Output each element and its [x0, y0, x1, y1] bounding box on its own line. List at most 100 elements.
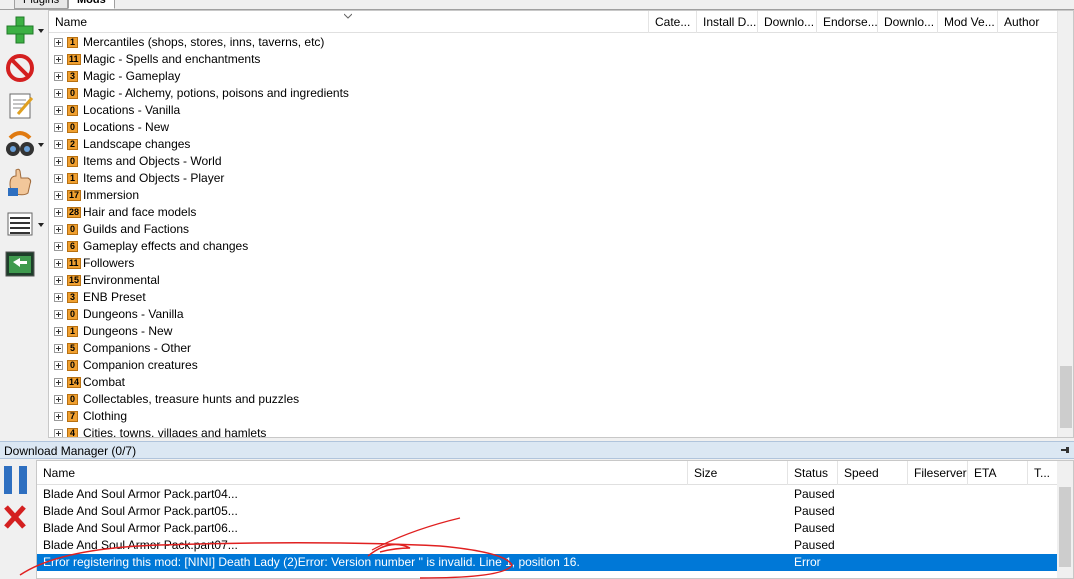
download-name: Error registering this mod: [NINI] Death…: [43, 555, 580, 569]
pause-icon[interactable]: [2, 464, 30, 496]
expand-plus-icon[interactable]: [54, 157, 63, 166]
mod-list-scroll-thumb[interactable]: [1060, 366, 1072, 428]
nexus-search-icon[interactable]: [4, 128, 40, 160]
expand-plus-icon[interactable]: [54, 276, 63, 285]
download-row[interactable]: Blade And Soul Armor Pack.part06... Pause…: [37, 520, 1057, 537]
expand-plus-icon[interactable]: [54, 310, 63, 319]
category-label: Locations - New: [83, 120, 170, 134]
column-mod-version[interactable]: Mod Ve...: [938, 11, 998, 33]
column-type[interactable]: T...: [1028, 461, 1057, 485]
category-label: ENB Preset: [83, 290, 146, 304]
edit-notes-icon[interactable]: [4, 90, 40, 122]
refresh-screen-icon[interactable]: [4, 248, 40, 280]
category-row[interactable]: 2 Landscape changes: [49, 136, 1059, 153]
expand-plus-icon[interactable]: [54, 378, 63, 387]
mod-count-badge: 0: [67, 309, 78, 320]
category-row[interactable]: 0 Companion creatures: [49, 357, 1059, 374]
expand-plus-icon[interactable]: [54, 72, 63, 81]
category-row[interactable]: 0 Items and Objects - World: [49, 153, 1059, 170]
column-download-count[interactable]: Downlo...: [758, 11, 817, 33]
category-row[interactable]: 7 Clothing: [49, 408, 1059, 425]
category-rows: 1 Mercantiles (shops, stores, inns, taver…: [49, 34, 1059, 437]
column-size[interactable]: Size: [688, 461, 788, 485]
expand-plus-icon[interactable]: [54, 174, 63, 183]
mod-count-badge: 3: [67, 71, 78, 82]
category-row[interactable]: 0 Locations - Vanilla: [49, 102, 1059, 119]
category-row[interactable]: 0 Magic - Alchemy, potions, poisons and i…: [49, 85, 1059, 102]
mod-toolbar: [0, 10, 48, 440]
expand-plus-icon[interactable]: [54, 429, 63, 437]
add-mod-icon[interactable]: [4, 14, 40, 46]
category-label: Dungeons - New: [83, 324, 173, 338]
column-fileserver[interactable]: Fileserver: [908, 461, 968, 485]
category-row[interactable]: 4 Cities, towns, villages and hamlets: [49, 425, 1059, 437]
category-row[interactable]: 1 Dungeons - New: [49, 323, 1059, 340]
expand-plus-icon[interactable]: [54, 38, 63, 47]
list-options-dropdown-icon[interactable]: [38, 223, 44, 227]
mod-count-badge: 11: [67, 258, 81, 269]
expand-plus-icon[interactable]: [54, 395, 63, 404]
mod-list-scrollbar[interactable]: [1057, 11, 1073, 437]
category-row[interactable]: 14 Combat: [49, 374, 1059, 391]
column-author[interactable]: Author: [998, 11, 1059, 33]
column-install-date[interactable]: Install D...: [697, 11, 758, 33]
expand-plus-icon[interactable]: [54, 242, 63, 251]
expand-plus-icon[interactable]: [54, 344, 63, 353]
category-row[interactable]: 1 Mercantiles (shops, stores, inns, taver…: [49, 34, 1059, 51]
mod-count-badge: 1: [67, 326, 78, 337]
expand-plus-icon[interactable]: [54, 361, 63, 370]
column-download-name[interactable]: Name: [37, 461, 688, 485]
expand-plus-icon[interactable]: [54, 208, 63, 217]
add-mod-dropdown-icon[interactable]: [38, 29, 44, 33]
download-row[interactable]: Blade And Soul Armor Pack.part07... Pause…: [37, 537, 1057, 554]
category-label: Magic - Spells and enchantments: [83, 52, 261, 66]
column-status[interactable]: Status: [788, 461, 838, 485]
column-category[interactable]: Cate...: [649, 11, 697, 33]
expand-plus-icon[interactable]: [54, 140, 63, 149]
column-eta[interactable]: ETA: [968, 461, 1028, 485]
column-download-date[interactable]: Downlo...: [878, 11, 938, 33]
download-row-error-selected[interactable]: Error registering this mod: [NINI] Death…: [37, 554, 1057, 571]
expand-plus-icon[interactable]: [54, 89, 63, 98]
tab-plugins[interactable]: Plugins: [14, 0, 69, 9]
download-list-scroll-thumb[interactable]: [1059, 487, 1071, 567]
endorse-hand-icon[interactable]: [4, 166, 40, 198]
expand-plus-icon[interactable]: [54, 106, 63, 115]
pin-panel-icon[interactable]: [1060, 445, 1070, 455]
category-row[interactable]: 0 Guilds and Factions: [49, 221, 1059, 238]
download-row[interactable]: Blade And Soul Armor Pack.part05... Pause…: [37, 503, 1057, 520]
category-row[interactable]: 5 Companions - Other: [49, 340, 1059, 357]
download-list-scrollbar[interactable]: [1057, 461, 1073, 578]
expand-plus-icon[interactable]: [54, 327, 63, 336]
cancel-download-icon[interactable]: [3, 504, 27, 530]
expand-plus-icon[interactable]: [54, 123, 63, 132]
expand-plus-icon[interactable]: [54, 259, 63, 268]
category-row[interactable]: 28 Hair and face models: [49, 204, 1059, 221]
category-row[interactable]: 3 Magic - Gameplay: [49, 68, 1059, 85]
remove-mod-icon[interactable]: [4, 52, 40, 84]
category-row[interactable]: 0 Collectables, treasure hunts and puzzle…: [49, 391, 1059, 408]
mod-count-badge: 0: [67, 122, 78, 133]
category-row[interactable]: 0 Dungeons - Vanilla: [49, 306, 1059, 323]
expand-plus-icon[interactable]: [54, 225, 63, 234]
column-endorsements[interactable]: Endorse...: [817, 11, 878, 33]
category-row[interactable]: 11 Followers: [49, 255, 1059, 272]
category-row[interactable]: 0 Locations - New: [49, 119, 1059, 136]
tab-mods[interactable]: Mods: [68, 0, 115, 9]
column-speed[interactable]: Speed: [838, 461, 908, 485]
mod-count-badge: 0: [67, 105, 78, 116]
category-row[interactable]: 11 Magic - Spells and enchantments: [49, 51, 1059, 68]
expand-plus-icon[interactable]: [54, 293, 63, 302]
category-row[interactable]: 15 Environmental: [49, 272, 1059, 289]
mod-count-badge: 3: [67, 292, 78, 303]
expand-plus-icon[interactable]: [54, 55, 63, 64]
category-row[interactable]: 1 Items and Objects - Player: [49, 170, 1059, 187]
category-row[interactable]: 3 ENB Preset: [49, 289, 1059, 306]
category-row[interactable]: 6 Gameplay effects and changes: [49, 238, 1059, 255]
list-options-icon[interactable]: [4, 208, 40, 240]
nexus-dropdown-icon[interactable]: [38, 143, 44, 147]
download-row[interactable]: Blade And Soul Armor Pack.part04... Pause…: [37, 486, 1057, 503]
category-row[interactable]: 17 Immersion: [49, 187, 1059, 204]
expand-plus-icon[interactable]: [54, 191, 63, 200]
expand-plus-icon[interactable]: [54, 412, 63, 421]
